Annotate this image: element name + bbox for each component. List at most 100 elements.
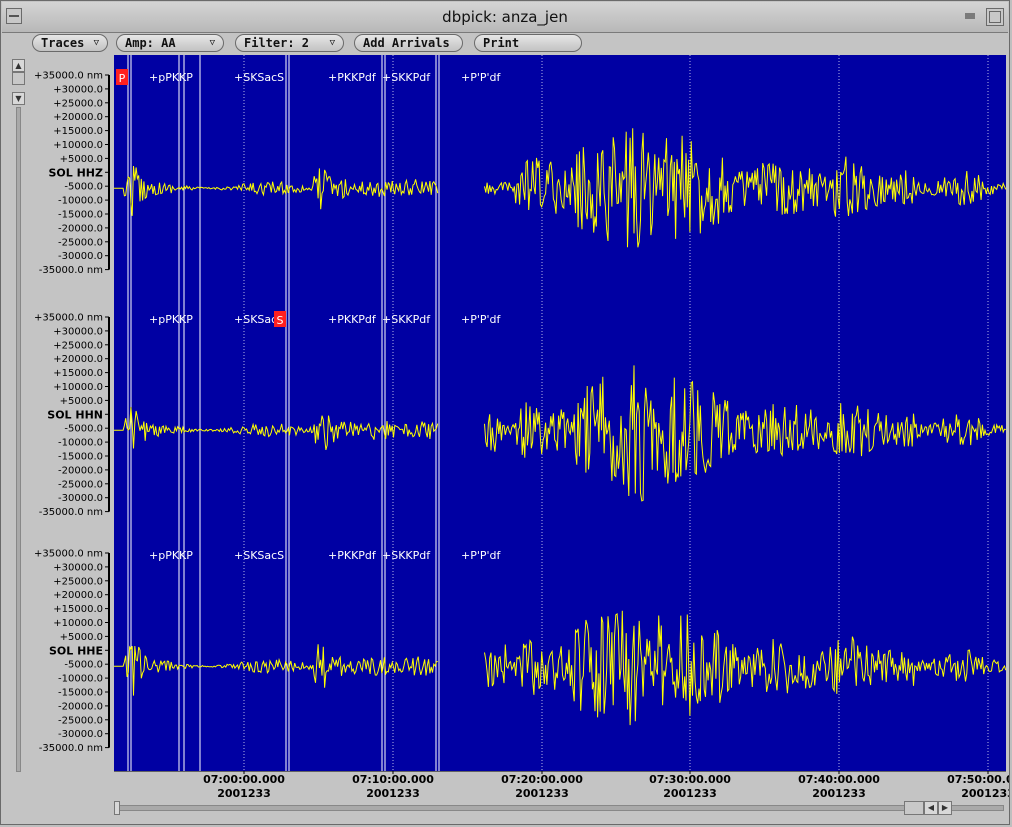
date-tick-label: 2001233 [366,787,420,800]
amp-tick-label: -35000.0 nm [39,507,103,518]
date-tick-label: 2001233 [812,787,866,800]
amp-tick-label: -25000.0 [58,237,103,248]
filter-menu-button[interactable]: Filter: 2 ▽ [235,34,344,52]
waveform-canvas[interactable]: +pPKKP +SKSacS +PKKPdf +SKKPdf +P'P'df P +pPKK… [114,55,1006,771]
amp-tick-label: -30000.0 [58,251,103,262]
print-label: Print [483,36,520,50]
horizontal-scrollbar[interactable]: ◀ ▶ [114,801,1004,815]
amp-tick-label: +30000.0 [53,326,103,337]
dbpick-window: dbpick: anza_jen Traces ▽ Amp: AA ▽ Filt… [0,0,1010,825]
phase-label: +SKKPdf [382,71,431,84]
title-bar[interactable]: dbpick: anza_jen [2,2,1008,33]
minimize-icon[interactable] [965,13,975,19]
amp-tick-label: +25000.0 [53,576,103,587]
arrival-pick-label: S [277,314,284,327]
phase-label: +pPKKP [149,71,193,84]
toolbar: Traces ▽ Amp: AA ▽ Filter: 2 ▽ Add Arriv… [1,33,1009,53]
dropdown-arrow-icon: ▽ [209,38,215,48]
date-tick-label: 2001233 [663,787,717,800]
phase-label: +SKSacS [234,71,284,84]
channel-label: SOL HHN [47,408,103,421]
amp-tick-label: +15000.0 [53,604,103,615]
arrival-pick-label: P [119,72,126,85]
amp-tick-label: -10000.0 [58,196,103,207]
window-title: dbpick: anza_jen [442,8,568,26]
maximize-icon[interactable] [986,8,1004,26]
time-tick-label: 07:40:00.000 [798,773,880,786]
amp-tick-label: -35000.0 nm [39,743,103,754]
amp-tick-label: -5000.0 [64,660,103,671]
traces-menu-button[interactable]: Traces ▽ [32,34,108,52]
amp-tick-label: -10000.0 [58,674,103,685]
filter-label: Filter: 2 [244,36,310,50]
date-tick-label: 2001233 [515,787,569,800]
amp-tick-label: +15000.0 [53,368,103,379]
add-arrivals-button[interactable]: Add Arrivals [354,34,463,52]
time-axis: 07:00:00.000200123307:10:00.000200123307… [114,771,1009,800]
amp-tick-label: -15000.0 [58,210,103,221]
phase-label: +SKKPdf [382,549,431,562]
amp-tick-label: +5000.0 [60,632,103,643]
amp-tick-label: +30000.0 [53,562,103,573]
amp-tick-label: +5000.0 [60,396,103,407]
time-tick-label: 07:30:00.000 [649,773,731,786]
amp-tick-label: -30000.0 [58,493,103,504]
phase-label: +PKKPdf [328,71,377,84]
channel-label: SOL HHZ [48,166,103,179]
time-tick-label: 07:20:00.000 [501,773,583,786]
hscroll-thumb[interactable] [904,801,924,815]
amp-tick-label: -25000.0 [58,715,103,726]
amp-tick-label: +5000.0 [60,154,103,165]
time-tick-label: 07:00:00.000 [203,773,285,786]
hscroll-track[interactable] [114,805,1004,811]
amp-tick-label: -20000.0 [58,223,103,234]
amp-tick-label: +20000.0 [53,112,103,123]
amp-tick-label: -20000.0 [58,465,103,476]
channel-label: SOL HHE [49,644,103,657]
amp-tick-label: -5000.0 [64,424,103,435]
amp-tick-label: +35000.0 nm [34,313,103,324]
phase-label: +SKSacS [234,549,284,562]
scroll-right-icon[interactable]: ▶ [938,801,952,815]
amp-tick-label: +35000.0 nm [34,549,103,560]
amp-tick-label: +15000.0 [53,126,103,137]
amp-tick-label: +25000.0 [53,98,103,109]
amp-tick-label: +35000.0 nm [34,71,103,82]
amp-tick-label: +10000.0 [53,382,103,393]
amp-label: Amp: AA [125,36,176,50]
amp-tick-label: -15000.0 [58,452,103,463]
dropdown-arrow-icon: ▽ [93,38,99,48]
print-button[interactable]: Print [474,34,582,52]
phase-label: +SKKPdf [382,313,431,326]
amp-menu-button[interactable]: Amp: AA ▽ [116,34,224,52]
amp-tick-label: +30000.0 [53,84,103,95]
amp-tick-label: +20000.0 [53,590,103,601]
date-tick-label: 2001233 [961,787,1009,800]
amp-tick-label: +20000.0 [53,354,103,365]
scroll-left-icon[interactable]: ◀ [924,801,938,815]
amp-tick-label: -15000.0 [58,688,103,699]
amp-tick-label: +10000.0 [53,618,103,629]
date-tick-label: 2001233 [217,787,271,800]
amp-tick-label: -35000.0 nm [39,265,103,276]
waveform-plot[interactable]: +pPKKP +SKSacS +PKKPdf +SKKPdf +P'P'df P +pPKK… [114,55,1006,771]
dropdown-arrow-icon: ▽ [329,38,335,48]
time-tick-label: 07:50:00.000 [947,773,1009,786]
amp-tick-label: -20000.0 [58,701,103,712]
amp-tick-label: -30000.0 [58,729,103,740]
amplitude-axis: +35000.0 nm +30000.0 +25000.0 +20000.0 +1500… [34,71,110,754]
phase-label: +PKKPdf [328,313,377,326]
amp-tick-label: -5000.0 [64,182,103,193]
phase-label: +pPKKP [149,549,193,562]
phase-label: +PKKPdf [328,549,377,562]
hscroll-left-end[interactable] [114,801,120,815]
phase-label: +P'P'df [461,71,502,84]
amp-tick-label: -25000.0 [58,479,103,490]
phase-label: +P'P'df [461,313,502,326]
amp-tick-label: -10000.0 [58,438,103,449]
amp-tick-label: +10000.0 [53,140,103,151]
add-arrivals-label: Add Arrivals [363,36,450,50]
phase-label: +P'P'df [461,549,502,562]
phase-label: +pPKKP [149,313,193,326]
amp-tick-label: +25000.0 [53,340,103,351]
